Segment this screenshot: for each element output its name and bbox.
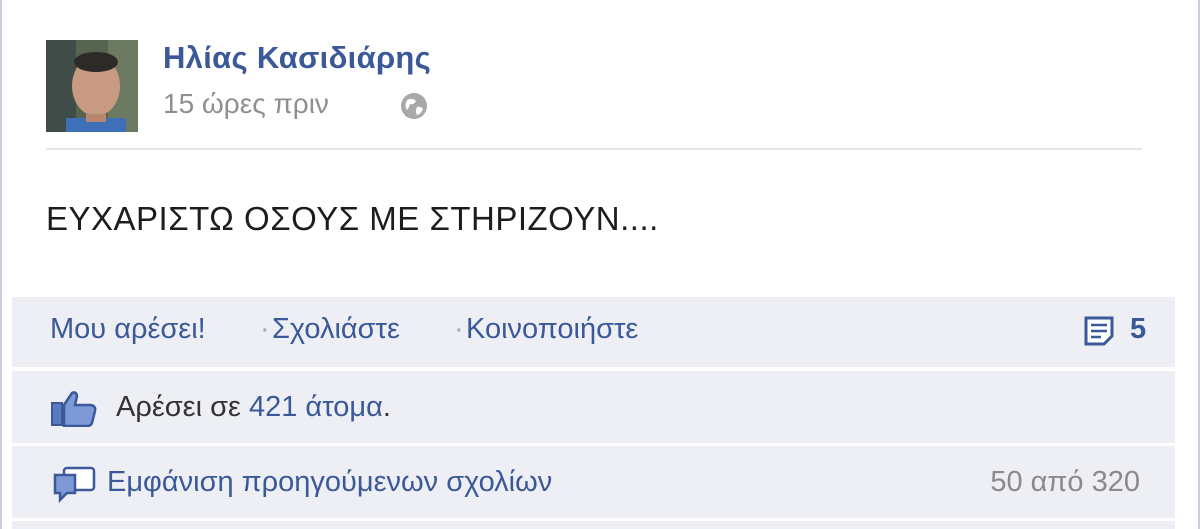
thumbs-up-icon (51, 391, 97, 427)
separator: · (260, 313, 270, 345)
post-actions-bar: Μου αρέσει! · Σχολιάστε · Κοινοποιήστε 5 (12, 297, 1175, 367)
comments-bar: Εμφάνιση προηγούμενων σχολίων 50 από 320 (12, 446, 1175, 518)
likes-count-link[interactable]: 421 άτομα (249, 391, 383, 423)
globe-icon (401, 93, 427, 119)
post-message: ΕΥΧΑΡΙΣΤΩ ΟΣΟΥΣ ΜΕ ΣΤΗΡΙΖΟΥΝ.... (46, 200, 659, 237)
likes-prefix: Αρέσει σε (116, 391, 249, 423)
bottom-strip (12, 521, 1175, 529)
view-previous-comments-link[interactable]: Εμφάνιση προηγούμενων σχολίων (107, 466, 552, 499)
like-button[interactable]: Μου αρέσει! (50, 313, 206, 346)
likes-summary: Αρέσει σε 421 άτομα. (116, 391, 391, 424)
comments-icon[interactable] (1082, 314, 1120, 350)
profile-photo (46, 40, 138, 132)
likes-bar: Αρέσει σε 421 άτομα. (12, 371, 1175, 443)
share-button[interactable]: Κοινοποιήστε (466, 313, 638, 346)
comments-range: 50 από 320 (990, 466, 1140, 498)
left-border (0, 0, 2, 529)
speech-bubble-icon (53, 466, 96, 504)
likes-suffix: . (382, 391, 391, 423)
avatar[interactable] (46, 40, 138, 132)
post-timestamp[interactable]: 15 ώρες πριν (163, 88, 329, 120)
header-divider (46, 148, 1142, 150)
author-name[interactable]: Ηλίας Κασιδιάρης (163, 40, 431, 76)
separator: · (454, 313, 464, 345)
comment-button[interactable]: Σχολιάστε (272, 313, 400, 346)
comment-count[interactable]: 5 (1130, 313, 1146, 346)
